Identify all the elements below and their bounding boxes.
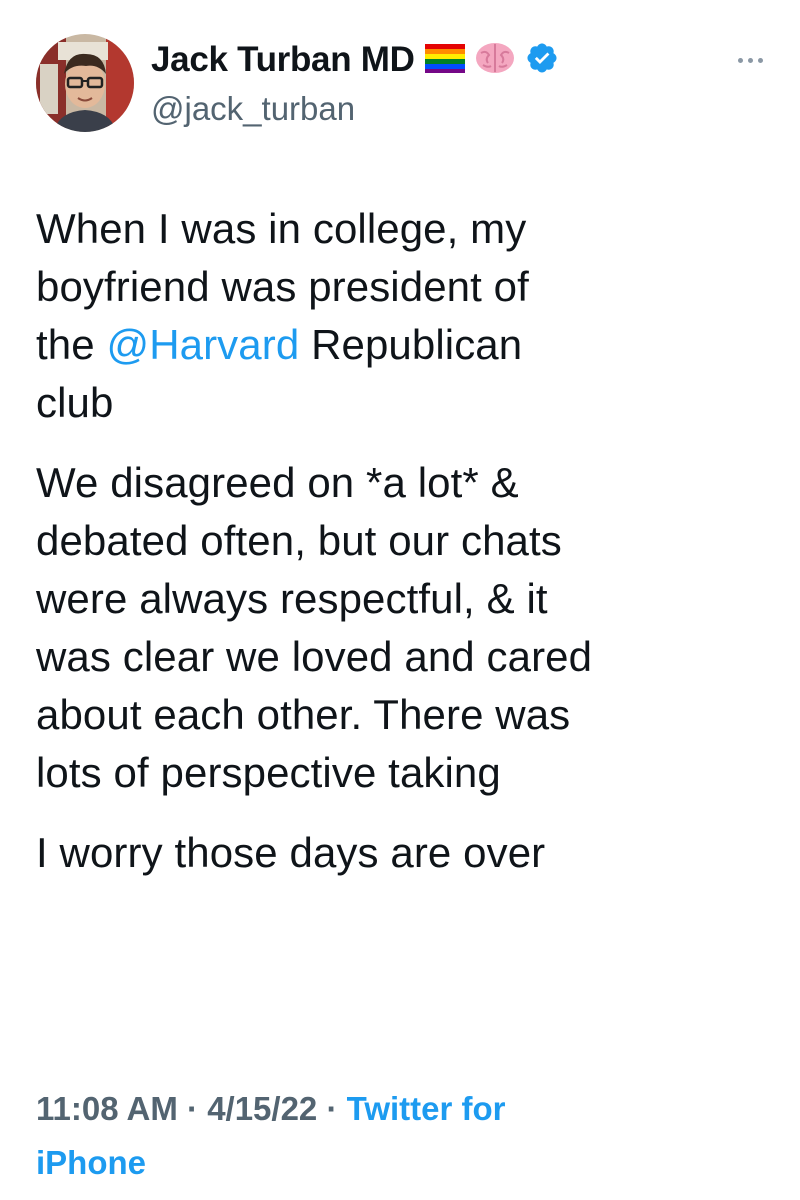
tweet-line-text: the bbox=[36, 321, 107, 368]
avatar-photo bbox=[36, 34, 134, 132]
tweet-line: about each other. There was bbox=[36, 691, 571, 738]
tweet-meta: 11:08 AM · 4/15/22 · Twitter for iPhone bbox=[36, 1082, 776, 1190]
author-avatar[interactable] bbox=[36, 34, 134, 132]
author-display-name[interactable]: Jack Turban MD bbox=[151, 40, 415, 80]
meta-separator: · bbox=[177, 1090, 208, 1127]
tweet-text: When I was in college, my boyfriend was … bbox=[36, 200, 776, 882]
author-handle[interactable]: @jack_turban bbox=[151, 90, 355, 128]
tweet-line: We disagreed on *a lot* & bbox=[36, 459, 519, 506]
tweet-line: was clear we loved and cared bbox=[36, 633, 593, 680]
brain-icon bbox=[475, 41, 515, 80]
tweet-line: When I was in college, my bbox=[36, 205, 527, 252]
verified-badge-icon[interactable] bbox=[525, 41, 559, 80]
tweet-source-link[interactable]: Twitter for bbox=[347, 1090, 506, 1127]
tweet-date[interactable]: 4/15/22 bbox=[207, 1090, 317, 1127]
more-horizontal-icon[interactable] bbox=[732, 50, 768, 70]
tweet-time[interactable]: 11:08 AM bbox=[36, 1090, 178, 1127]
meta-separator: · bbox=[317, 1090, 347, 1127]
tweet-line: lots of perspective taking bbox=[36, 749, 501, 796]
tweet-paragraph: We disagreed on *a lot* & debated often,… bbox=[36, 454, 776, 802]
tweet-line: the @Harvard Republican bbox=[36, 316, 776, 374]
author-name-row: Jack Turban MD bbox=[151, 36, 559, 84]
mention-link-harvard[interactable]: @Harvard bbox=[106, 321, 299, 368]
tweet-source-link-continued[interactable]: iPhone bbox=[36, 1136, 776, 1190]
tweet-line: were always respectful, & it bbox=[36, 575, 548, 622]
rainbow-flag-icon bbox=[424, 43, 465, 78]
tweet-paragraph: When I was in college, my boyfriend was … bbox=[36, 200, 776, 432]
tweet-line-text: Republican bbox=[299, 321, 523, 368]
tweet-line: boyfriend was president of bbox=[36, 263, 529, 310]
tweet-line: debated often, but our chats bbox=[36, 517, 562, 564]
tweet: Jack Turban MD @jack_turban When I was i… bbox=[0, 0, 800, 1200]
tweet-meta-line: 11:08 AM · 4/15/22 · Twitter for bbox=[36, 1082, 776, 1136]
tweet-line: I worry those days are over bbox=[36, 829, 546, 876]
tweet-paragraph: I worry those days are over bbox=[36, 824, 776, 882]
tweet-line: club bbox=[36, 379, 114, 426]
